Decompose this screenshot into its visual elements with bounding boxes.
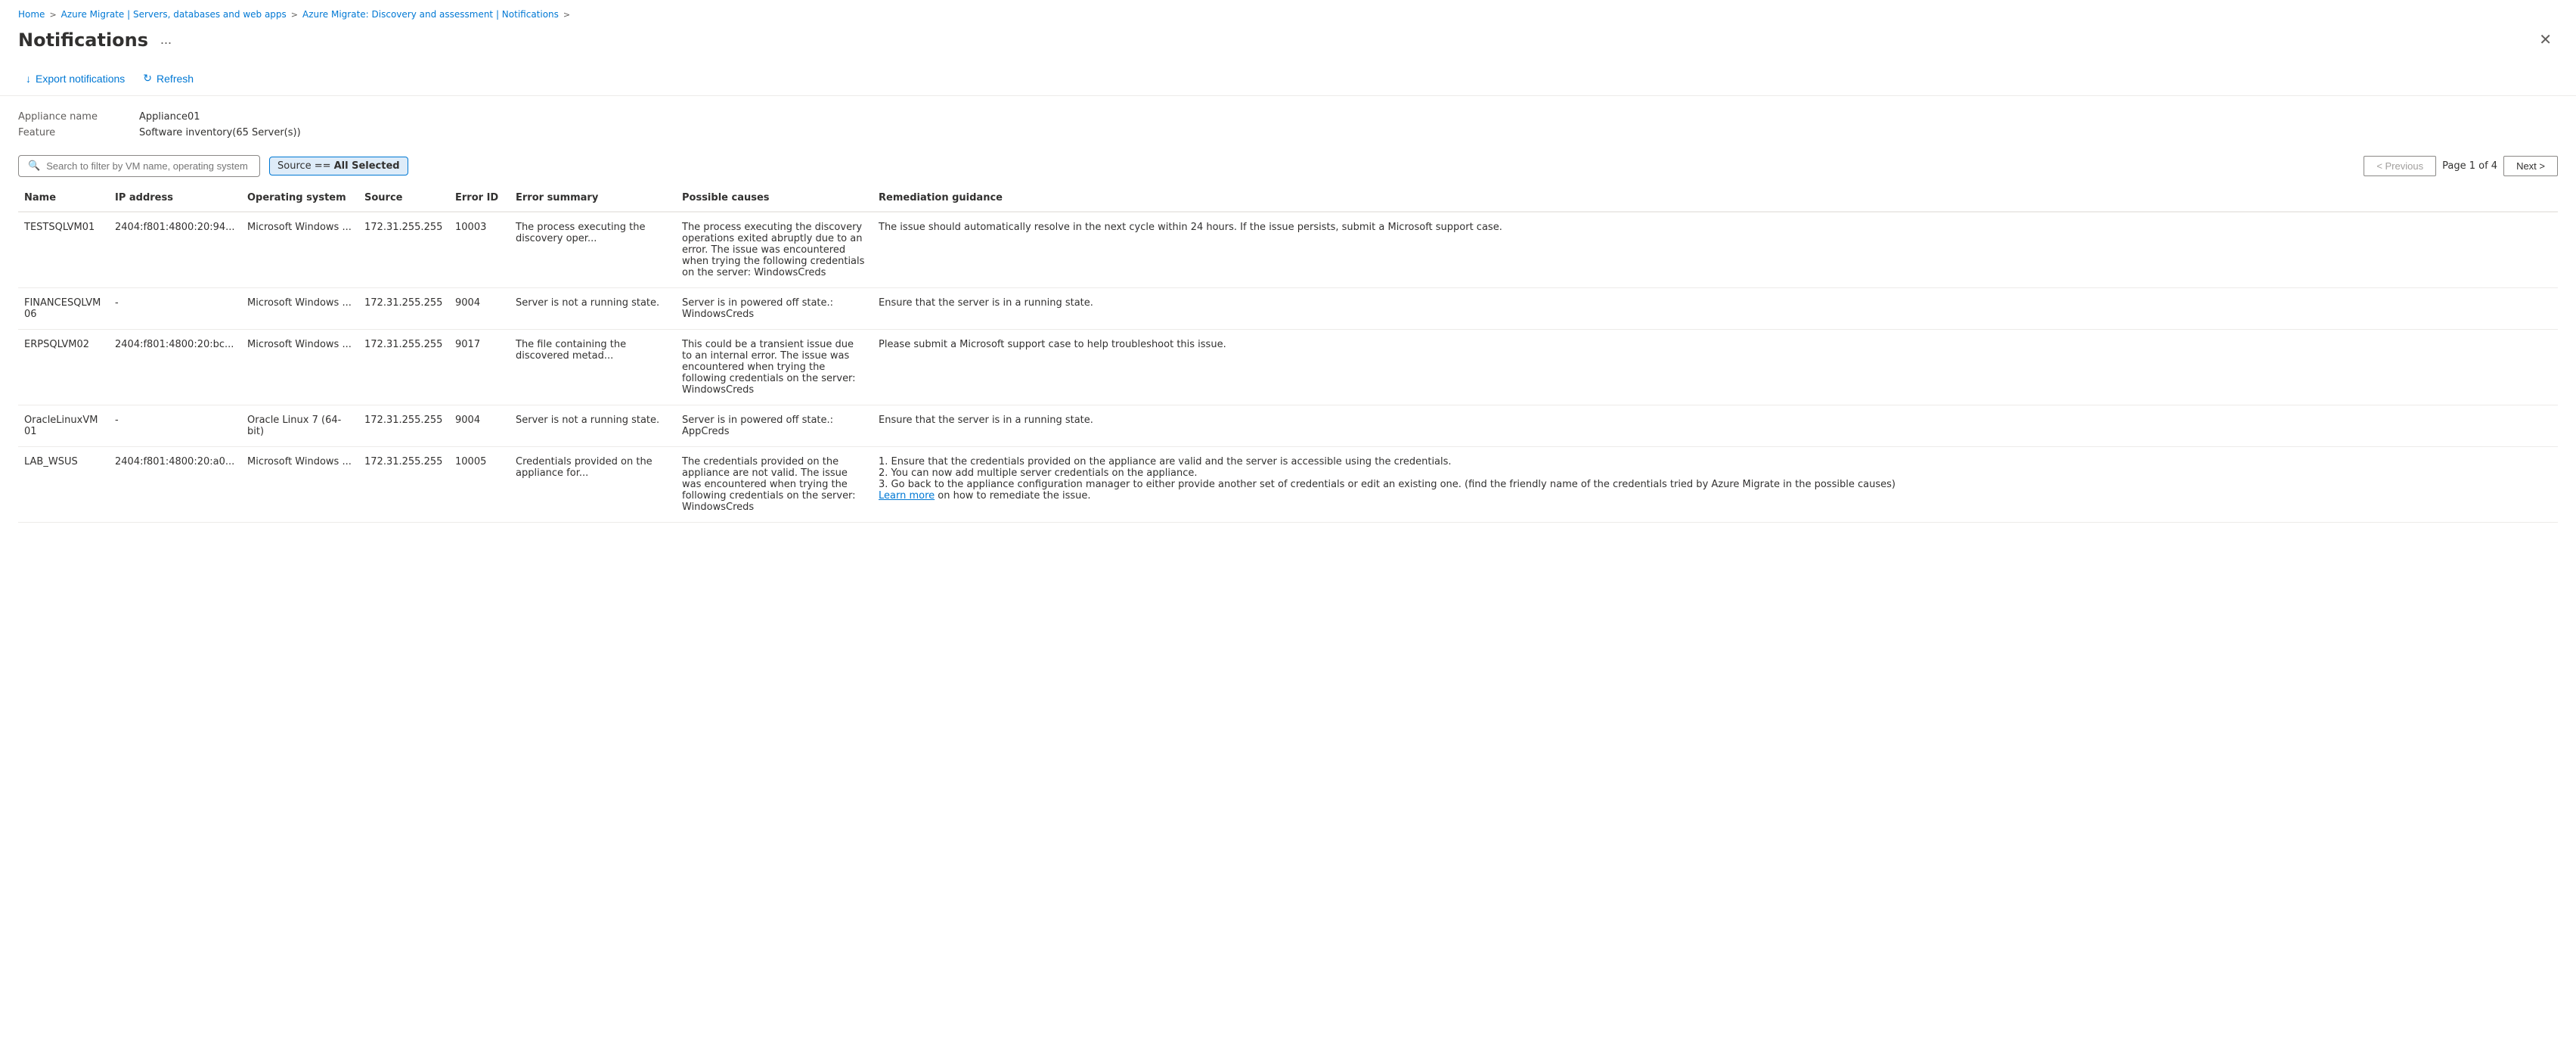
cell-ip_address: - bbox=[109, 288, 241, 330]
col-header-possible-causes: Possible causes bbox=[676, 185, 873, 212]
download-icon: ↓ bbox=[26, 73, 31, 85]
search-icon: 🔍 bbox=[28, 160, 40, 172]
cell-name: OracleLinuxVM01 bbox=[18, 405, 109, 447]
export-notifications-button[interactable]: ↓ Export notifications bbox=[18, 68, 132, 89]
feature-value: Software inventory(65 Server(s)) bbox=[139, 127, 2558, 138]
breadcrumb: Home > Azure Migrate | Servers, database… bbox=[0, 0, 2576, 24]
cell-name: TESTSQLVM01 bbox=[18, 212, 109, 288]
cell-possible_causes: The credentials provided on the applianc… bbox=[676, 447, 873, 523]
toolbar: ↓ Export notifications ↻ Refresh bbox=[0, 61, 2576, 96]
cell-error_summary: Server is not a running state. bbox=[510, 288, 676, 330]
page-title: Notifications bbox=[18, 30, 148, 51]
cell-possible_causes: This could be a transient issue due to a… bbox=[676, 330, 873, 405]
cell-possible_causes: Server is in powered off state.: Windows… bbox=[676, 288, 873, 330]
cell-source: 172.31.255.255 bbox=[358, 212, 449, 288]
cell-name: FINANCESQLVM06 bbox=[18, 288, 109, 330]
table-row: OracleLinuxVM01-Oracle Linux 7 (64-bit)1… bbox=[18, 405, 2558, 447]
cell-remediation: 1. Ensure that the credentials provided … bbox=[873, 447, 2558, 523]
cell-name: LAB_WSUS bbox=[18, 447, 109, 523]
table-header: Name IP address Operating system Source … bbox=[18, 185, 2558, 212]
breadcrumb-home[interactable]: Home bbox=[18, 9, 45, 20]
learn-more-link[interactable]: Learn more bbox=[879, 490, 935, 502]
cell-ip_address: 2404:f801:4800:20:94... bbox=[109, 212, 241, 288]
cell-operating_system: Microsoft Windows ... bbox=[241, 330, 358, 405]
cell-ip_address: 2404:f801:4800:20:bc... bbox=[109, 330, 241, 405]
cell-error_id: 9004 bbox=[449, 288, 510, 330]
cell-error_id: 10003 bbox=[449, 212, 510, 288]
source-badge-label: Source == bbox=[277, 160, 331, 172]
col-header-remediation: Remediation guidance bbox=[873, 185, 2558, 212]
pagination-row: < Previous Page 1 of 4 Next > bbox=[2364, 156, 2558, 176]
info-section: Appliance name Appliance01 Feature Softw… bbox=[0, 96, 2576, 148]
cell-error_id: 9017 bbox=[449, 330, 510, 405]
cell-source: 172.31.255.255 bbox=[358, 330, 449, 405]
cell-operating_system: Microsoft Windows ... bbox=[241, 447, 358, 523]
table-row: FINANCESQLVM06-Microsoft Windows ...172.… bbox=[18, 288, 2558, 330]
cell-operating_system: Microsoft Windows ... bbox=[241, 288, 358, 330]
cell-ip_address: 2404:f801:4800:20:a0... bbox=[109, 447, 241, 523]
breadcrumb-notifications[interactable]: Azure Migrate: Discovery and assessment … bbox=[302, 9, 559, 20]
table-container: Name IP address Operating system Source … bbox=[0, 185, 2576, 523]
cell-ip_address: - bbox=[109, 405, 241, 447]
appliance-name-label: Appliance name bbox=[18, 111, 139, 123]
remediation-suffix: on how to remediate the issue. bbox=[935, 490, 1090, 502]
cell-source: 172.31.255.255 bbox=[358, 405, 449, 447]
notifications-table: Name IP address Operating system Source … bbox=[18, 185, 2558, 523]
col-header-ip: IP address bbox=[109, 185, 241, 212]
col-header-name: Name bbox=[18, 185, 109, 212]
cell-error_id: 10005 bbox=[449, 447, 510, 523]
table-row: TESTSQLVM012404:f801:4800:20:94...Micros… bbox=[18, 212, 2558, 288]
refresh-icon: ↻ bbox=[143, 72, 152, 85]
cell-error_summary: Server is not a running state. bbox=[510, 405, 676, 447]
cell-possible_causes: Server is in powered off state.: AppCred… bbox=[676, 405, 873, 447]
cell-remediation: Ensure that the server is in a running s… bbox=[873, 405, 2558, 447]
source-badge[interactable]: Source == All Selected bbox=[269, 157, 408, 175]
col-header-error-summary: Error summary bbox=[510, 185, 676, 212]
cell-error_summary: The file containing the discovered metad… bbox=[510, 330, 676, 405]
cell-operating_system: Microsoft Windows ... bbox=[241, 212, 358, 288]
page-info: Page 1 of 4 bbox=[2442, 160, 2497, 172]
cell-remediation: The issue should automatically resolve i… bbox=[873, 212, 2558, 288]
source-badge-value: All Selected bbox=[334, 160, 400, 172]
cell-error_summary: The process executing the discovery oper… bbox=[510, 212, 676, 288]
page-header: Notifications ... ✕ bbox=[0, 24, 2576, 61]
breadcrumb-sep-3: > bbox=[563, 10, 570, 20]
appliance-name-value: Appliance01 bbox=[139, 111, 2558, 123]
search-box[interactable]: 🔍 bbox=[18, 155, 260, 177]
table-row: LAB_WSUS2404:f801:4800:20:a0...Microsoft… bbox=[18, 447, 2558, 523]
close-button[interactable]: ✕ bbox=[2533, 27, 2558, 52]
search-input[interactable] bbox=[46, 160, 250, 172]
cell-name: ERPSQLVM02 bbox=[18, 330, 109, 405]
cell-possible_causes: The process executing the discovery oper… bbox=[676, 212, 873, 288]
previous-button[interactable]: < Previous bbox=[2364, 156, 2436, 176]
refresh-label: Refresh bbox=[157, 73, 194, 85]
refresh-button[interactable]: ↻ Refresh bbox=[135, 67, 201, 89]
cell-error_summary: Credentials provided on the appliance fo… bbox=[510, 447, 676, 523]
table-row: ERPSQLVM022404:f801:4800:20:bc...Microso… bbox=[18, 330, 2558, 405]
breadcrumb-azure-migrate[interactable]: Azure Migrate | Servers, databases and w… bbox=[61, 9, 287, 20]
cell-source: 172.31.255.255 bbox=[358, 447, 449, 523]
col-header-os: Operating system bbox=[241, 185, 358, 212]
feature-label: Feature bbox=[18, 127, 139, 138]
next-button[interactable]: Next > bbox=[2503, 156, 2558, 176]
export-label: Export notifications bbox=[36, 73, 125, 85]
ellipsis-button[interactable]: ... bbox=[156, 30, 176, 49]
breadcrumb-sep-1: > bbox=[49, 10, 56, 20]
cell-source: 172.31.255.255 bbox=[358, 288, 449, 330]
breadcrumb-sep-2: > bbox=[291, 10, 298, 20]
col-header-error-id: Error ID bbox=[449, 185, 510, 212]
filter-row: 🔍 Source == All Selected < Previous Page… bbox=[0, 148, 2576, 185]
cell-operating_system: Oracle Linux 7 (64-bit) bbox=[241, 405, 358, 447]
table-body: TESTSQLVM012404:f801:4800:20:94...Micros… bbox=[18, 212, 2558, 523]
cell-error_id: 9004 bbox=[449, 405, 510, 447]
col-header-source: Source bbox=[358, 185, 449, 212]
cell-remediation: Ensure that the server is in a running s… bbox=[873, 288, 2558, 330]
cell-remediation: Please submit a Microsoft support case t… bbox=[873, 330, 2558, 405]
